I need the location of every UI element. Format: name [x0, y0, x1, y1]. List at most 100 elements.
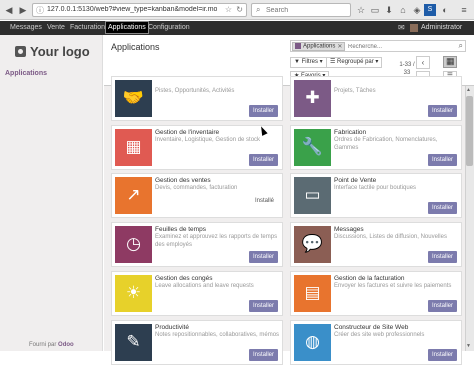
install-button[interactable]: Installer — [248, 300, 278, 312]
install-button[interactable]: Installer — [248, 251, 278, 263]
app-name: Productivité — [155, 324, 189, 331]
search-bar[interactable]: Applications✕ ⌕ — [290, 40, 466, 52]
search-input[interactable] — [348, 42, 448, 51]
powered-by-label: Fourni par — [29, 342, 57, 348]
pager-value[interactable]: 1-33 / 33 — [397, 61, 417, 77]
sidebar: Your logo Applications Fourni par Odoo — [0, 35, 103, 351]
search-icon: ⌕ — [256, 5, 261, 14]
powered-by: Fourni par Odoo — [29, 342, 74, 348]
install-button[interactable]: Installer — [248, 154, 278, 166]
filters-button[interactable]: ▼ Filtres ▾ — [290, 57, 327, 68]
url-text[interactable]: 127.0.0.1:5130/web?#view_type=kanban&mod… — [47, 6, 217, 13]
menu-configuration[interactable]: Configuration — [148, 21, 190, 35]
groupby-button[interactable]: ☰ Regroupé par ▾ — [326, 57, 383, 68]
install-button[interactable]: Installer — [427, 154, 457, 166]
kanban-view-button[interactable] — [443, 56, 457, 68]
shield-icon[interactable]: ◈ — [411, 4, 423, 16]
chat-icon: 💬 — [301, 234, 324, 254]
app-description: Envoyer les factures et suivre les paiem… — [334, 283, 452, 289]
app-card[interactable]: ◍ Constructeur de Site Web Créer des site … — [290, 320, 462, 365]
app-name: Feuilles de temps — [155, 226, 206, 233]
app-card[interactable]: ✎ Productivité Notes repositionnables, col… — [111, 320, 283, 365]
note-icon: ✎ — [126, 332, 141, 352]
app-card[interactable]: 💬 Messages Discussions, Listes de diffusio… — [290, 222, 462, 267]
install-button[interactable]: Installer — [427, 251, 457, 263]
app-card[interactable]: 🔧 Fabrication Ordres de Fabrication, Nomen… — [290, 125, 462, 170]
browser-search-input[interactable] — [266, 5, 346, 16]
star-icon[interactable]: ☆ — [355, 4, 367, 16]
app-card[interactable]: 🤝 Pistes, Opportunités, Activités Installe… — [111, 76, 283, 121]
search-icon[interactable]: ⌕ — [459, 41, 463, 51]
bookmark-icon[interactable]: ☆ — [225, 5, 232, 14]
search-facet[interactable]: Applications ✕ — [292, 42, 346, 51]
install-button[interactable]: Installer — [427, 202, 457, 214]
app-card[interactable]: ◷ Feuilles de temps Examinez et approuvez … — [111, 222, 283, 267]
install-button[interactable]: Installer — [248, 105, 278, 117]
menu-vente[interactable]: Vente — [47, 21, 65, 35]
app-description: Interface tactile pour boutiques — [334, 185, 417, 191]
forward-arrow-icon[interactable]: ▶ — [17, 4, 29, 16]
home-icon[interactable]: ⌂ — [397, 4, 409, 16]
app-card[interactable]: ▤ Gestion de la facturation Envoyer les fa… — [290, 271, 462, 316]
menu-messages[interactable]: Messages — [10, 21, 42, 35]
close-icon[interactable]: ✕ — [337, 44, 342, 50]
chat-icon[interactable]: ✉ — [398, 23, 408, 33]
app-tile: 🤝 — [115, 80, 152, 117]
odoo-link[interactable]: Odoo — [58, 342, 74, 348]
wrench-icon: 🔧 — [301, 137, 324, 157]
camera-icon — [15, 46, 26, 57]
sidebar-item-applications[interactable]: Applications — [5, 70, 47, 77]
scroll-up-icon[interactable]: ▲ — [466, 87, 471, 93]
menu-applications[interactable]: Applications — [105, 21, 149, 34]
bars-icon: ☰ — [330, 59, 338, 65]
puzzle-icon: ✚ — [305, 88, 320, 108]
app-name: Gestion des ventes — [155, 177, 211, 184]
app-description: Inventaire, Logistique, Gestion de stock — [155, 137, 261, 143]
monitor-icon: ▭ — [304, 185, 321, 205]
menu-facturation[interactable]: Facturation — [70, 21, 105, 35]
app-card[interactable]: ↗ Gestion des ventes Devis, commandes, fac… — [111, 173, 283, 218]
handshake-icon: 🤝 — [122, 88, 145, 108]
app-tile: ◷ — [115, 226, 152, 263]
scrollbar-thumb[interactable] — [466, 96, 473, 166]
app-tile: ▭ — [294, 177, 331, 214]
reload-icon[interactable]: ↻ — [236, 5, 243, 14]
install-button[interactable]: Installer — [427, 300, 457, 312]
app-name: Gestion de la facturation — [334, 275, 405, 282]
app-card[interactable]: ✚ Projets, Tâches Installer — [290, 76, 462, 121]
groupby-label: Regroupé par — [337, 59, 374, 65]
scroll-down-icon[interactable]: ▼ — [466, 343, 471, 349]
download-icon[interactable]: ⬇ — [383, 4, 395, 16]
avatar[interactable] — [410, 24, 418, 32]
facet-label: Applications — [303, 43, 336, 50]
filters-label: Filtres — [301, 59, 318, 65]
back-arrow-icon[interactable]: ◀ — [3, 4, 15, 16]
app-card[interactable]: ▭ Point de Vente Interface tactile pour bo… — [290, 173, 462, 218]
caret-down-icon: ▾ — [373, 59, 379, 65]
user-menu[interactable]: Administrator — [421, 21, 462, 35]
browser-search[interactable]: ⌕ — [251, 3, 351, 17]
filter-icon — [295, 43, 301, 49]
app-description: Discussions, Listes de diffusion, Nouvel… — [334, 234, 447, 240]
install-button[interactable]: Installer — [427, 105, 457, 117]
pager-previous-icon[interactable]: ‹ — [416, 56, 430, 69]
sync-icon[interactable]: ◐ — [439, 4, 451, 16]
app-name: Messages — [334, 226, 364, 233]
sun-icon: ☀ — [125, 283, 142, 303]
app-card[interactable]: ☀ Gestion des congés Leave allocations and… — [111, 271, 283, 316]
extension-s-icon[interactable]: S — [424, 4, 436, 16]
url-bar[interactable]: ⓘ 127.0.0.1:5130/web?#view_type=kanban&m… — [32, 3, 247, 17]
chart-up-icon: ↗ — [126, 185, 141, 205]
app-tile: 🔧 — [294, 129, 331, 166]
app-description: Créer des site web professionnels — [334, 332, 425, 338]
app-description: Leave allocations and leave requests — [155, 283, 254, 289]
hamburger-menu-icon[interactable]: ≡ — [458, 4, 470, 16]
app-tile: ◍ — [294, 324, 331, 361]
app-description: Notes repositionnables, collaboratives, … — [155, 332, 280, 338]
app-tile: ↗ — [115, 177, 152, 214]
clipboard-icon[interactable]: ▭ — [369, 4, 381, 16]
installed-status: Installé — [254, 198, 274, 204]
app-description: Devis, commandes, facturation — [155, 185, 238, 191]
app-card[interactable]: ▦ Gestion de l'inventaire Inventaire, Logi… — [111, 125, 283, 170]
app-tile: 💬 — [294, 226, 331, 263]
